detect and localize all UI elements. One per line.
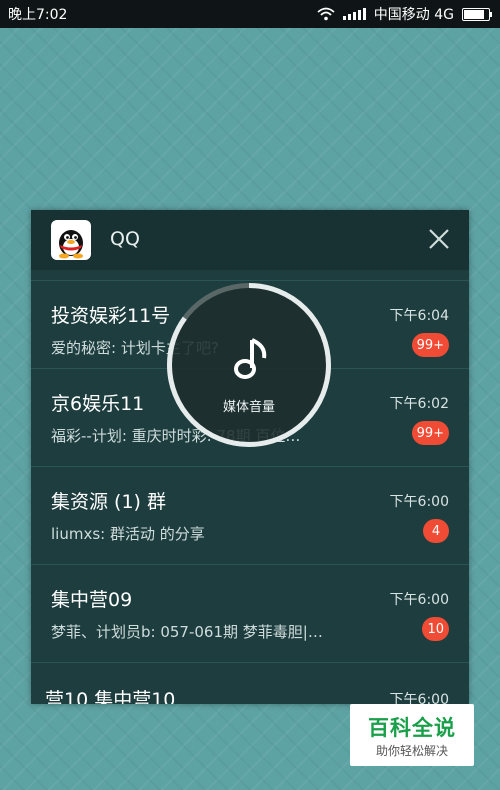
carrier-label: 中国移动 4G: [373, 7, 454, 23]
battery-icon: [462, 7, 492, 21]
battery-level: [464, 9, 484, 19]
message-sender: 京6娱乐11: [51, 393, 145, 415]
message-item[interactable]: 集资源 (1) 群 liumxs: 群活动 的分享 下午6:00 4: [31, 466, 469, 564]
message-time: 下午6:04: [389, 308, 449, 324]
wifi-icon: [317, 7, 335, 21]
status-bar: 晚上7:02 中国移动 4G: [0, 0, 500, 28]
app-name: QQ: [110, 228, 140, 250]
message-sender: 营10 集中营10: [45, 689, 176, 704]
message-sender: 投资娱彩11号: [51, 305, 171, 327]
volume-label: 媒体音量: [222, 400, 275, 415]
watermark-title: 百科全说: [368, 716, 456, 740]
message-sender: 集资源 (1) 群: [51, 491, 166, 513]
message-item[interactable]: 集中营09 梦菲、计划员b: 057-061期 梦菲毒胆|… 下午6:00 10: [31, 564, 469, 662]
message-time: 下午6:00: [389, 494, 449, 510]
unread-badge: 99+: [411, 421, 449, 445]
music-note-icon: [234, 338, 267, 379]
message-item[interactable]: 营10 集中营10 下午6:00: [31, 662, 469, 704]
unread-badge: 4: [423, 519, 449, 543]
close-icon[interactable]: [427, 227, 451, 251]
status-time: 晚上7:02: [8, 7, 68, 23]
media-volume-overlay: 媒体音量: [167, 283, 331, 447]
panel-header: QQ: [31, 210, 469, 270]
qq-app-icon: [51, 220, 91, 260]
message-preview: 梦菲、计划员b: 057-061期 梦菲毒胆|…: [51, 623, 323, 641]
watermark-subtitle: 助你轻松解决: [375, 744, 448, 758]
message-time: 下午6:02: [389, 396, 449, 412]
unread-badge: 10: [422, 617, 449, 641]
baike-watermark: 百科全说 助你轻松解决: [350, 704, 474, 766]
unread-badge: 99+: [411, 333, 449, 357]
message-preview: liumxs: 群活动 的分享: [51, 525, 205, 543]
message-time: 下午6:00: [389, 592, 449, 608]
signal-strength-icon: [342, 8, 366, 20]
message-time: 下午6:00: [389, 692, 449, 704]
message-sender: 集中营09: [51, 589, 133, 611]
